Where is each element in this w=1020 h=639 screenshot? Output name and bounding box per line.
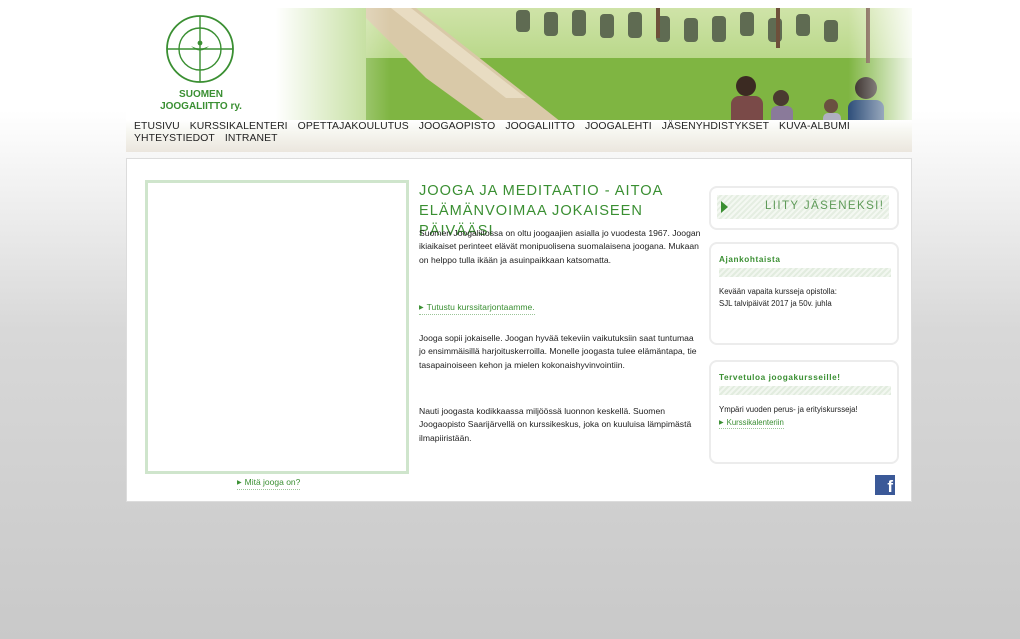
courses-link-label: Tutustu kurssitarjontaamme. bbox=[426, 302, 535, 312]
news-divider-stripe bbox=[719, 268, 891, 277]
courses-link[interactable]: ▶ Tutustu kurssitarjontaamme. bbox=[419, 302, 535, 315]
nav-items: ETUSIVU KURSSIKALENTERI OPETTAJAKOULUTUS… bbox=[134, 121, 894, 145]
join-member-box: LIITY JÄSENEKSI! bbox=[709, 186, 899, 230]
facebook-icon[interactable]: f bbox=[875, 475, 895, 495]
arrow-right-icon: ▶ bbox=[719, 420, 724, 426]
arrow-right-icon: ▶ bbox=[237, 480, 242, 486]
what-is-yoga-label: Mitä jooga on? bbox=[244, 477, 301, 487]
nav-item-yhteystiedot[interactable]: YHTEYSTIEDOT bbox=[134, 133, 215, 145]
intro-paragraph: Suomen Joogaliitossa on oltu joogaajien … bbox=[419, 228, 701, 265]
course-calendar-label: Kurssikalenteriin bbox=[726, 418, 784, 427]
nav-item-kurssikalenteri[interactable]: KURSSIKALENTERI bbox=[190, 121, 288, 133]
nav-item-etusivu[interactable]: ETUSIVU bbox=[134, 121, 180, 133]
venue-paragraph: Nauti joogasta kodikkaassa miljöössä luo… bbox=[419, 406, 692, 443]
header-banner-image bbox=[276, 8, 912, 120]
logo-emblem-icon[interactable] bbox=[164, 13, 236, 85]
course-calendar-link[interactable]: ▶ Kurssikalenteriin bbox=[719, 418, 784, 429]
welcome-title: Tervetuloa joogakursseille! bbox=[719, 373, 841, 382]
benefits-paragraph: Jooga sopii jokaiselle. Joogan hyvää tek… bbox=[419, 333, 697, 370]
news-title: Ajankohtaista bbox=[719, 255, 781, 264]
nav-item-jasenyhdistykset[interactable]: JÄSENYHDISTYKSET bbox=[662, 121, 769, 133]
video-frame[interactable] bbox=[145, 180, 409, 474]
welcome-text: Ympäri vuoden perus- ja erityiskursseja! bbox=[719, 405, 858, 414]
news-item-2[interactable]: SJL talvipäivät 2017 ja 50v. juhla bbox=[719, 298, 895, 310]
logo-text[interactable]: SUOMEN JOOGALIITTO ry. bbox=[136, 89, 266, 113]
main-navigation: ETUSIVU KURSSIKALENTERI OPETTAJAKOULUTUS… bbox=[126, 120, 912, 152]
nav-item-kuva-albumi[interactable]: KUVA-ALBUMI bbox=[779, 121, 850, 133]
page: SUOMEN JOOGALIITTO ry. ETUSIVU KURSSIKAL… bbox=[126, 8, 912, 502]
join-member-label: LIITY JÄSENEKSI! bbox=[765, 200, 885, 212]
logo-line-1: SUOMEN bbox=[179, 89, 223, 100]
nav-item-intranet[interactable]: INTRANET bbox=[225, 133, 278, 145]
what-is-yoga-link[interactable]: ▶ Mitä jooga on? bbox=[237, 477, 301, 490]
join-member-button[interactable]: LIITY JÄSENEKSI! bbox=[717, 195, 889, 219]
logo-line-2: JOOGALIITTO ry. bbox=[160, 101, 242, 112]
play-triangle-icon bbox=[721, 201, 728, 213]
content-area: ▶ Mitä jooga on? JOOGA JA MEDITAATIO - AI… bbox=[126, 158, 912, 502]
nav-item-joogalehti[interactable]: JOOGALEHTI bbox=[585, 121, 652, 133]
news-box: Ajankohtaista Kevään vapaita kursseja op… bbox=[709, 242, 899, 345]
nav-item-opettajakoulutus[interactable]: OPETTAJAKOULUTUS bbox=[298, 121, 409, 133]
news-item-1[interactable]: Kevään vapaita kursseja opistolla: bbox=[719, 286, 895, 298]
nav-item-joogaliitto[interactable]: JOOGALIITTO bbox=[505, 121, 575, 133]
facebook-glyph: f bbox=[887, 477, 893, 495]
news-text: Kevään vapaita kursseja opistolla: SJL t… bbox=[719, 286, 895, 309]
welcome-divider-stripe bbox=[719, 386, 891, 395]
welcome-box: Tervetuloa joogakursseille! Ympäri vuode… bbox=[709, 360, 899, 464]
nav-item-joogaopisto[interactable]: JOOGAOPISTO bbox=[419, 121, 496, 133]
header: SUOMEN JOOGALIITTO ry. bbox=[126, 8, 912, 120]
arrow-right-icon: ▶ bbox=[419, 305, 424, 311]
